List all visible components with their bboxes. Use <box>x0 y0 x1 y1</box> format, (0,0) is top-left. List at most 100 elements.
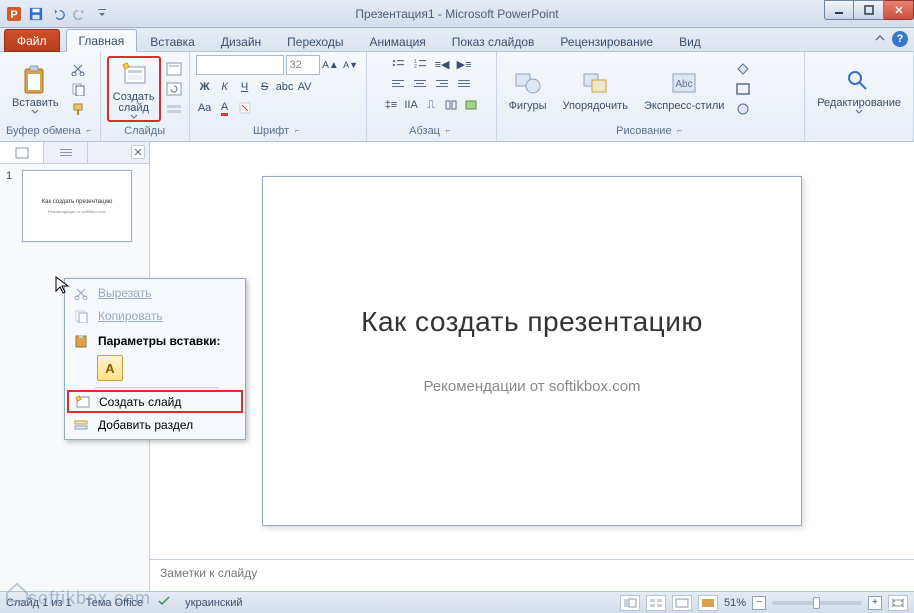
maximize-button[interactable] <box>854 0 884 20</box>
view-reading-icon[interactable] <box>672 595 692 611</box>
minimize-button[interactable] <box>824 0 854 20</box>
text-direction-icon[interactable]: IIA <box>402 96 420 114</box>
char-spacing-icon[interactable]: AV <box>296 78 314 96</box>
quick-styles-button[interactable]: Abc Экспресс-стили <box>638 56 730 122</box>
slide-layout-icon[interactable] <box>165 60 183 78</box>
shape-fill-icon[interactable] <box>734 60 752 78</box>
tab-home[interactable]: Главная <box>66 29 138 52</box>
shapes-button[interactable]: Фигуры <box>503 56 553 122</box>
bullets-icon[interactable] <box>388 55 408 73</box>
change-case-icon[interactable]: Aa <box>196 99 214 117</box>
cm-paste-header: Параметры вставки: <box>67 328 243 352</box>
paste-button[interactable]: Вставить <box>6 56 65 122</box>
slide-title[interactable]: Как создать презентацию <box>361 306 703 338</box>
paste-label: Вставить <box>12 98 59 109</box>
zoom-label[interactable]: 51% <box>724 597 746 609</box>
group-font: 32 A▲ A▼ Ж К Ч S abc AV Aa A Шрифт⌐ <box>190 52 367 141</box>
format-painter-icon[interactable] <box>69 100 87 118</box>
redo-icon[interactable] <box>70 4 90 24</box>
zoom-slider[interactable] <box>772 601 862 605</box>
save-icon[interactable] <box>26 4 46 24</box>
columns-icon[interactable] <box>442 96 460 114</box>
tab-insert[interactable]: Вставка <box>137 30 208 52</box>
slide-subtitle[interactable]: Рекомендации от softikbox.com <box>423 378 640 395</box>
status-spellcheck-icon[interactable] <box>157 595 171 610</box>
tab-design[interactable]: Дизайн <box>208 30 274 52</box>
editing-label: Редактирование <box>817 98 901 109</box>
text-shadow-icon[interactable]: abc <box>276 78 294 96</box>
slide-canvas[interactable]: Как создать презентацию Рекомендации от … <box>150 142 914 559</box>
cm-new-slide[interactable]: Создать слайд <box>67 390 243 413</box>
paste-option-keep-formatting[interactable]: A <box>97 355 123 381</box>
tab-review[interactable]: Рецензирование <box>547 30 666 52</box>
ribbon-minimize-icon[interactable] <box>874 32 886 47</box>
slide-section-icon[interactable] <box>165 100 183 118</box>
slides-group-label: Слайды <box>107 123 183 139</box>
panel-tab-slides[interactable] <box>0 142 44 163</box>
help-icon[interactable]: ? <box>892 31 908 47</box>
shape-outline-icon[interactable] <box>734 80 752 98</box>
arrange-button[interactable]: Упорядочить <box>556 56 633 122</box>
increase-indent-icon[interactable]: ▶≡ <box>454 55 474 73</box>
new-slide-icon <box>73 393 91 411</box>
tab-animation[interactable]: Анимация <box>356 30 438 52</box>
decrease-indent-icon[interactable]: ≡◀ <box>432 55 452 73</box>
tab-file[interactable]: Файл <box>4 29 60 52</box>
dialog-launcher-icon[interactable]: ⌐ <box>443 126 453 136</box>
view-normal-icon[interactable] <box>620 595 640 611</box>
editing-button[interactable]: Редактирование <box>811 56 907 122</box>
cut-icon[interactable] <box>69 60 87 78</box>
zoom-handle[interactable] <box>813 597 820 609</box>
slide-thumbnail[interactable]: Как создать презентацию Рекомендации от … <box>22 170 132 242</box>
strikethrough-icon[interactable]: S <box>256 78 274 96</box>
copy-icon[interactable] <box>69 80 87 98</box>
view-sorter-icon[interactable] <box>646 595 666 611</box>
undo-icon[interactable] <box>48 4 68 24</box>
cm-add-section[interactable]: Добавить раздел <box>67 414 243 436</box>
tab-view[interactable]: Вид <box>666 30 714 52</box>
font-size-combo[interactable]: 32 <box>286 55 320 75</box>
clear-format-icon[interactable] <box>236 99 254 117</box>
align-text-icon[interactable]: ⎍ <box>422 96 440 114</box>
qat-customize-icon[interactable] <box>92 4 112 24</box>
fit-to-window-icon[interactable] <box>888 595 908 611</box>
underline-icon[interactable]: Ч <box>236 78 254 96</box>
notes-pane[interactable]: Заметки к слайду <box>150 559 914 591</box>
tab-transitions[interactable]: Переходы <box>274 30 356 52</box>
arrange-icon <box>579 67 611 99</box>
cm-cut: Вырезать <box>67 282 243 304</box>
thumb-row: 1 Как создать презентацию Рекомендации о… <box>6 170 143 242</box>
bold-icon[interactable]: Ж <box>196 78 214 96</box>
app-icon[interactable]: P <box>4 4 24 24</box>
arrange-label: Упорядочить <box>562 101 627 112</box>
window-title: Презентация1 - Microsoft PowerPoint <box>0 7 914 21</box>
panel-tab-outline[interactable] <box>44 142 88 163</box>
convert-smartart-icon[interactable] <box>462 96 480 114</box>
slide-reset-icon[interactable] <box>165 80 183 98</box>
numbering-icon[interactable]: 12 <box>410 55 430 73</box>
dialog-launcher-icon[interactable]: ⌐ <box>84 126 94 136</box>
align-left-icon[interactable] <box>388 75 408 93</box>
copy-icon <box>72 307 90 325</box>
align-center-icon[interactable] <box>410 75 430 93</box>
font-color-icon[interactable]: A <box>216 99 234 117</box>
shrink-font-icon[interactable]: A▼ <box>342 56 360 74</box>
font-family-combo[interactable] <box>196 55 284 75</box>
tab-slideshow[interactable]: Показ слайдов <box>439 30 548 52</box>
italic-icon[interactable]: К <box>216 78 234 96</box>
view-slideshow-icon[interactable] <box>698 595 718 611</box>
slide[interactable]: Как создать презентацию Рекомендации от … <box>262 176 802 526</box>
dialog-launcher-icon[interactable]: ⌐ <box>292 126 302 136</box>
shape-effects-icon[interactable] <box>734 100 752 118</box>
align-right-icon[interactable] <box>432 75 452 93</box>
dialog-launcher-icon[interactable]: ⌐ <box>675 126 685 136</box>
line-spacing-icon[interactable]: ‡≡ <box>382 96 400 114</box>
grow-font-icon[interactable]: A▲ <box>322 56 340 74</box>
status-language[interactable]: украинский <box>185 597 242 609</box>
panel-close-icon[interactable]: ✕ <box>131 145 145 159</box>
align-justify-icon[interactable] <box>454 75 474 93</box>
zoom-out-button[interactable]: − <box>752 596 766 610</box>
new-slide-button[interactable]: Создать слайд <box>107 56 161 122</box>
close-button[interactable] <box>884 0 914 20</box>
zoom-in-button[interactable]: + <box>868 596 882 610</box>
